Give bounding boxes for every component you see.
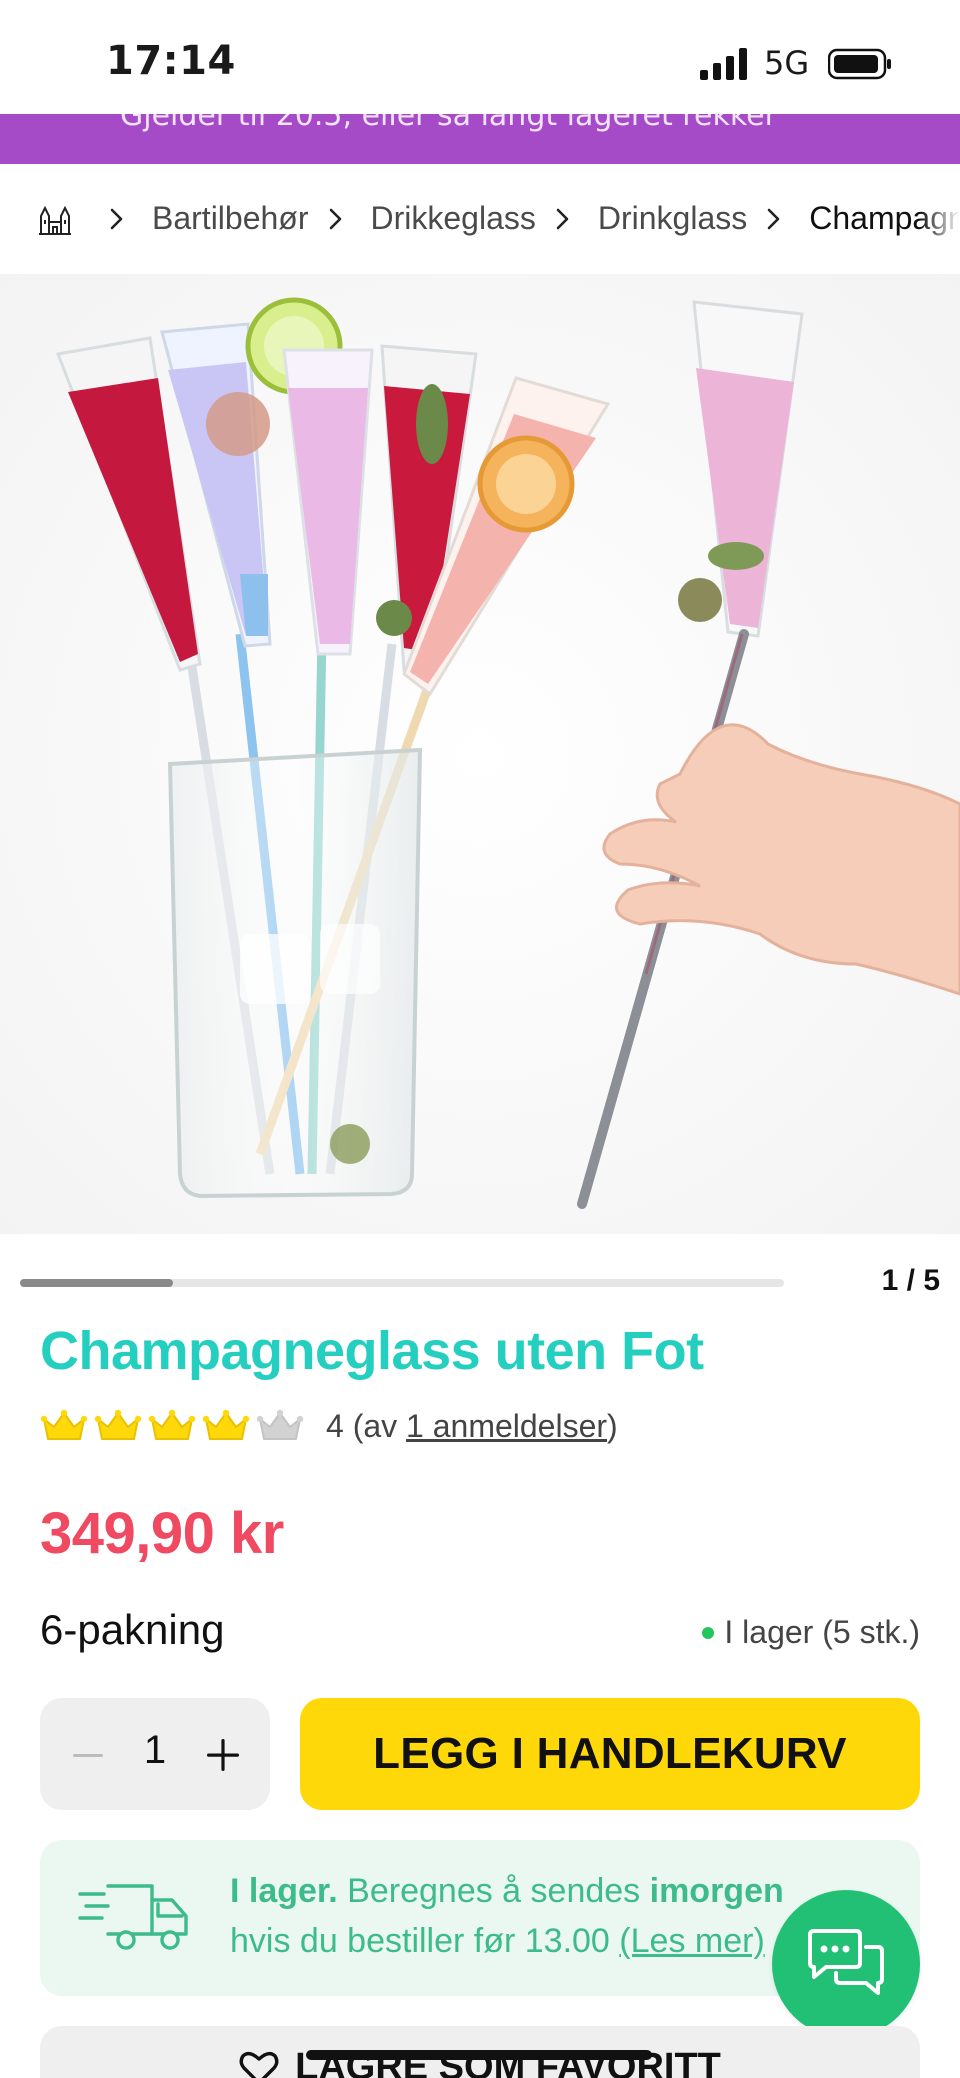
- battery-icon: [828, 48, 891, 80]
- crown-filled-icon: [94, 1409, 142, 1440]
- quantity-value[interactable]: 1: [135, 1728, 175, 1773]
- breadcrumb-link-bartilbehor[interactable]: Bartilbehør: [152, 200, 309, 237]
- breadcrumb-link-drinkglass[interactable]: Drinkglass: [598, 200, 747, 237]
- delivery-line-1: I lager. Beregnes å sendes imorgen: [230, 1872, 784, 1911]
- add-to-cart-button[interactable]: LEGG I HANDLEKURV: [300, 1698, 920, 1810]
- product-rating: 4 (av 1 anmeldelser): [40, 1406, 618, 1446]
- read-more-link[interactable]: (Les mer): [619, 1922, 764, 1960]
- gallery-progress-fill: [20, 1279, 173, 1287]
- cathedral-home-icon[interactable]: [38, 202, 72, 236]
- breadcrumb-fade: [920, 164, 960, 274]
- quantity-increase-button[interactable]: [200, 1732, 246, 1778]
- chevron-right-icon: [110, 208, 123, 229]
- stock-text: I lager (5 stk.): [724, 1614, 920, 1650]
- rating-text: 4 (av 1 anmeldelser): [326, 1408, 618, 1445]
- delivery-when: imorgen: [649, 1872, 784, 1910]
- status-bar: 17:14 5G: [0, 0, 960, 114]
- delivery-text-1: Beregnes å sendes: [337, 1872, 650, 1910]
- rating-crowns: [40, 1409, 304, 1443]
- product-image-gallery[interactable]: [0, 274, 960, 1234]
- chat-button[interactable]: [772, 1890, 920, 2038]
- rating-text-suffix: ): [607, 1407, 618, 1444]
- rating-text-prefix: 4 (av: [326, 1407, 407, 1444]
- crown-filled-icon: [202, 1409, 250, 1440]
- network-type: 5G: [764, 44, 810, 82]
- crown-filled-icon: [148, 1409, 196, 1440]
- gallery-progress: [20, 1279, 784, 1287]
- heart-icon: [239, 2051, 279, 2078]
- chevron-right-icon: [767, 208, 780, 229]
- product-image: [55, 297, 960, 1209]
- delivery-line-2: hvis du bestiller før 13.00 (Les mer): [230, 1922, 765, 1961]
- chevron-right-icon: [556, 208, 569, 229]
- status-time: 17:14: [106, 38, 236, 84]
- quantity-stepper: 1: [40, 1698, 270, 1810]
- delivery-truck-icon: [78, 1884, 188, 1950]
- quantity-decrease-button[interactable]: [68, 1736, 108, 1776]
- cellular-signal-icon: [700, 48, 747, 80]
- home-indicator: [306, 2050, 652, 2060]
- delivery-in-stock: I lager.: [230, 1872, 338, 1910]
- chat-bubble-icon: [808, 1929, 884, 1995]
- plus-icon: [207, 1739, 239, 1771]
- product-title: Champagneglass uten Fot: [40, 1321, 704, 1381]
- delivery-text-2: hvis du bestiller før 13.00: [230, 1922, 620, 1960]
- crown-filled-icon: [40, 1409, 88, 1440]
- chevron-right-icon: [329, 208, 341, 229]
- product-variant: 6-pakning: [40, 1606, 225, 1653]
- minus-icon: [73, 1754, 103, 1757]
- breadcrumb: Bartilbehør Drikkeglass Drinkglass Champ…: [0, 164, 960, 274]
- stock-dot-icon: [702, 1626, 715, 1639]
- product-price: 349,90 kr: [40, 1501, 284, 1566]
- promo-banner[interactable]: Gjelder til 20.5, eller så langt lageret…: [0, 114, 960, 164]
- breadcrumb-link-drikkeglass[interactable]: Drikkeglass: [371, 200, 536, 237]
- gallery-counter: 1 / 5: [881, 1264, 940, 1297]
- promo-text: Gjelder til 20.5, eller så langt lageret…: [120, 114, 777, 133]
- stock-status: I lager (5 stk.): [702, 1614, 920, 1651]
- crown-empty-icon: [256, 1409, 304, 1440]
- reviews-link[interactable]: 1 anmeldelser: [406, 1408, 607, 1444]
